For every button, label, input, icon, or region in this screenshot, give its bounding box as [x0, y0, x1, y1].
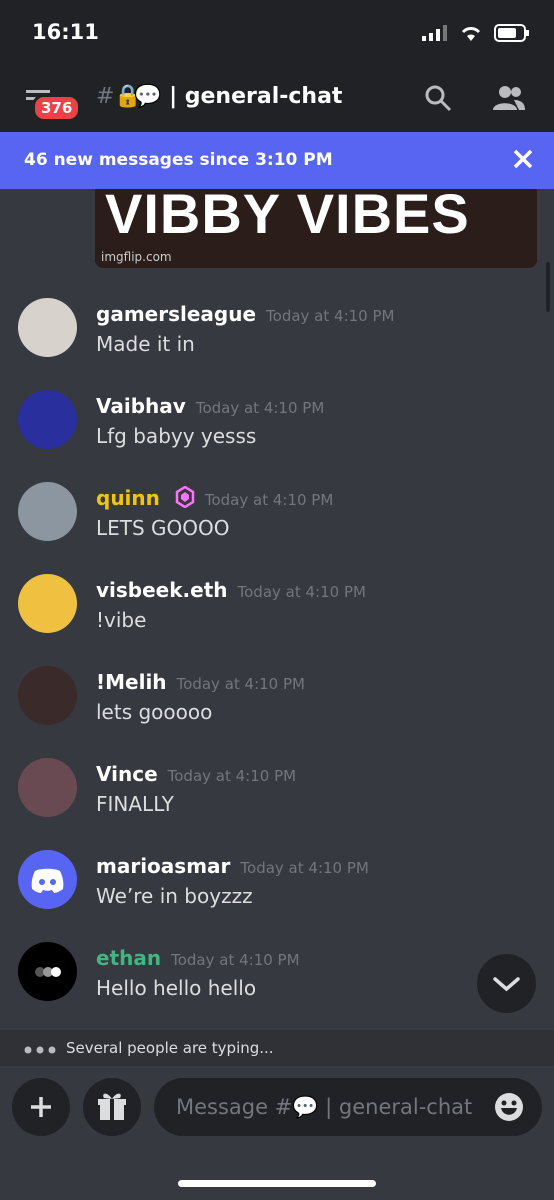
author-name[interactable]: ethan [96, 946, 161, 970]
status-indicators [422, 24, 530, 42]
timestamp: Today at 4:10 PM [195, 399, 325, 417]
banner-text: 46 new messages since 3:10 PM [24, 150, 333, 170]
message[interactable]: visbeek.eth Today at 4:10 PM !vibe [0, 568, 554, 660]
message-header: Vince Today at 4:10 PM [96, 762, 296, 786]
avatar[interactable] [18, 390, 77, 449]
timestamp: Today at 4:10 PM [204, 491, 334, 509]
gift-button[interactable] [83, 1078, 141, 1136]
wifi-icon [461, 27, 481, 41]
placeholder-emoji: 💬 [292, 1095, 319, 1119]
message[interactable]: Vince Today at 4:10 PM FINALLY [0, 752, 554, 844]
message-list: gamersleague Today at 4:10 PM Made it in … [0, 292, 554, 1028]
placeholder-prefix: Message # [176, 1095, 293, 1119]
close-icon[interactable] [512, 148, 534, 170]
search-icon[interactable] [424, 84, 452, 112]
status-time: 16:11 [32, 20, 99, 44]
message-text: Hello hello hello [96, 976, 257, 1000]
message[interactable]: !Melih Today at 4:10 PM lets gooooo [0, 660, 554, 752]
avatar[interactable] [18, 850, 77, 909]
channel-title: 💬 | general-chat [134, 84, 342, 109]
message[interactable]: Vaibhav Today at 4:10 PM Lfg babyy yesss [0, 384, 554, 476]
message-input-placeholder: Message #💬 | general-chat [176, 1095, 472, 1120]
message[interactable]: gamersleague Today at 4:10 PM Made it in [0, 292, 554, 384]
add-attachment-button[interactable] [12, 1078, 70, 1136]
members-icon[interactable] [492, 84, 526, 112]
image-embed[interactable]: VIBBY VIBES imgflip.com [95, 189, 537, 268]
message-text: !vibe [96, 608, 147, 632]
nitro-boost-icon [175, 485, 195, 509]
author-name[interactable]: Vaibhav [96, 394, 186, 418]
message-header: ethan Today at 4:10 PM [96, 946, 300, 970]
message-text: Lfg babyy yesss [96, 424, 257, 448]
gift-icon [98, 1093, 126, 1120]
message[interactable]: marioasmar Today at 4:10 PM We’re in boyz… [0, 844, 554, 936]
message-composer: Message #💬 | general-chat [0, 1066, 554, 1200]
new-messages-banner[interactable]: 46 new messages since 3:10 PM [0, 132, 554, 189]
message-text: We’re in boyzzz [96, 884, 253, 908]
author-name[interactable]: visbeek.eth [96, 578, 228, 602]
message-header: gamersleague Today at 4:10 PM [96, 302, 394, 326]
timestamp: Today at 4:10 PM [240, 859, 369, 877]
placeholder-channel: | general-chat [318, 1095, 473, 1119]
channel-emoji: 💬 [134, 84, 162, 109]
timestamp: Today at 4:10 PM [176, 675, 305, 693]
author-name[interactable]: gamersleague [96, 302, 256, 326]
message-header: marioasmar Today at 4:10 PM [96, 854, 369, 878]
message-text: lets gooooo [96, 700, 213, 724]
message-input[interactable]: Message #💬 | general-chat [154, 1078, 542, 1136]
message[interactable]: quinn Today at 4:10 PM LETS GOOOO [0, 476, 554, 568]
typing-text: Several people are typing... [66, 1039, 274, 1057]
mention-badge: 376 [32, 94, 82, 122]
home-indicator [178, 1180, 376, 1187]
author-name[interactable]: Vince [96, 762, 158, 786]
avatar[interactable] [18, 666, 77, 725]
typing-indicator: Several people are typing... [0, 1030, 554, 1066]
battery-icon [494, 24, 529, 42]
message-text: LETS GOOOO [96, 516, 230, 540]
message-header: !Melih Today at 4:10 PM [96, 670, 305, 694]
message-header: Vaibhav Today at 4:10 PM [96, 394, 324, 418]
avatar[interactable] [18, 942, 77, 1001]
embed-source: imgflip.com [101, 250, 172, 264]
signal-icon [422, 25, 447, 41]
typing-dots-icon [24, 1046, 56, 1054]
avatar[interactable] [18, 482, 77, 541]
avatar-dots-icon [35, 967, 61, 977]
chevron-down-icon [493, 977, 520, 992]
message-header: visbeek.eth Today at 4:10 PM [96, 578, 366, 602]
timestamp: Today at 4:10 PM [266, 307, 395, 325]
emoji-icon[interactable] [494, 1092, 524, 1122]
channel-name: | general-chat [161, 84, 343, 109]
avatar[interactable] [18, 758, 77, 817]
plus-icon [31, 1097, 51, 1117]
author-name[interactable]: quinn [96, 486, 160, 510]
timestamp: Today at 4:10 PM [171, 951, 300, 969]
message-text: FINALLY [96, 792, 174, 816]
timestamp: Today at 4:10 PM [237, 583, 366, 601]
embed-title: VIBBY VIBES [105, 189, 470, 245]
discord-logo-icon [31, 868, 64, 893]
timestamp: Today at 4:10 PM [167, 767, 297, 785]
jump-to-bottom-button[interactable] [477, 954, 536, 1013]
avatar[interactable] [18, 574, 77, 633]
author-name[interactable]: !Melih [96, 670, 167, 694]
message-header: quinn Today at 4:10 PM [96, 485, 334, 510]
status-bar: 16:11 [0, 0, 554, 66]
message[interactable]: ethan Today at 4:10 PM Hello hello hello [0, 936, 554, 1028]
message-text: Made it in [96, 332, 195, 356]
channel-header: 376 #🔒 💬 | general-chat [0, 66, 554, 132]
avatar[interactable] [18, 298, 77, 357]
author-name[interactable]: marioasmar [96, 854, 230, 878]
